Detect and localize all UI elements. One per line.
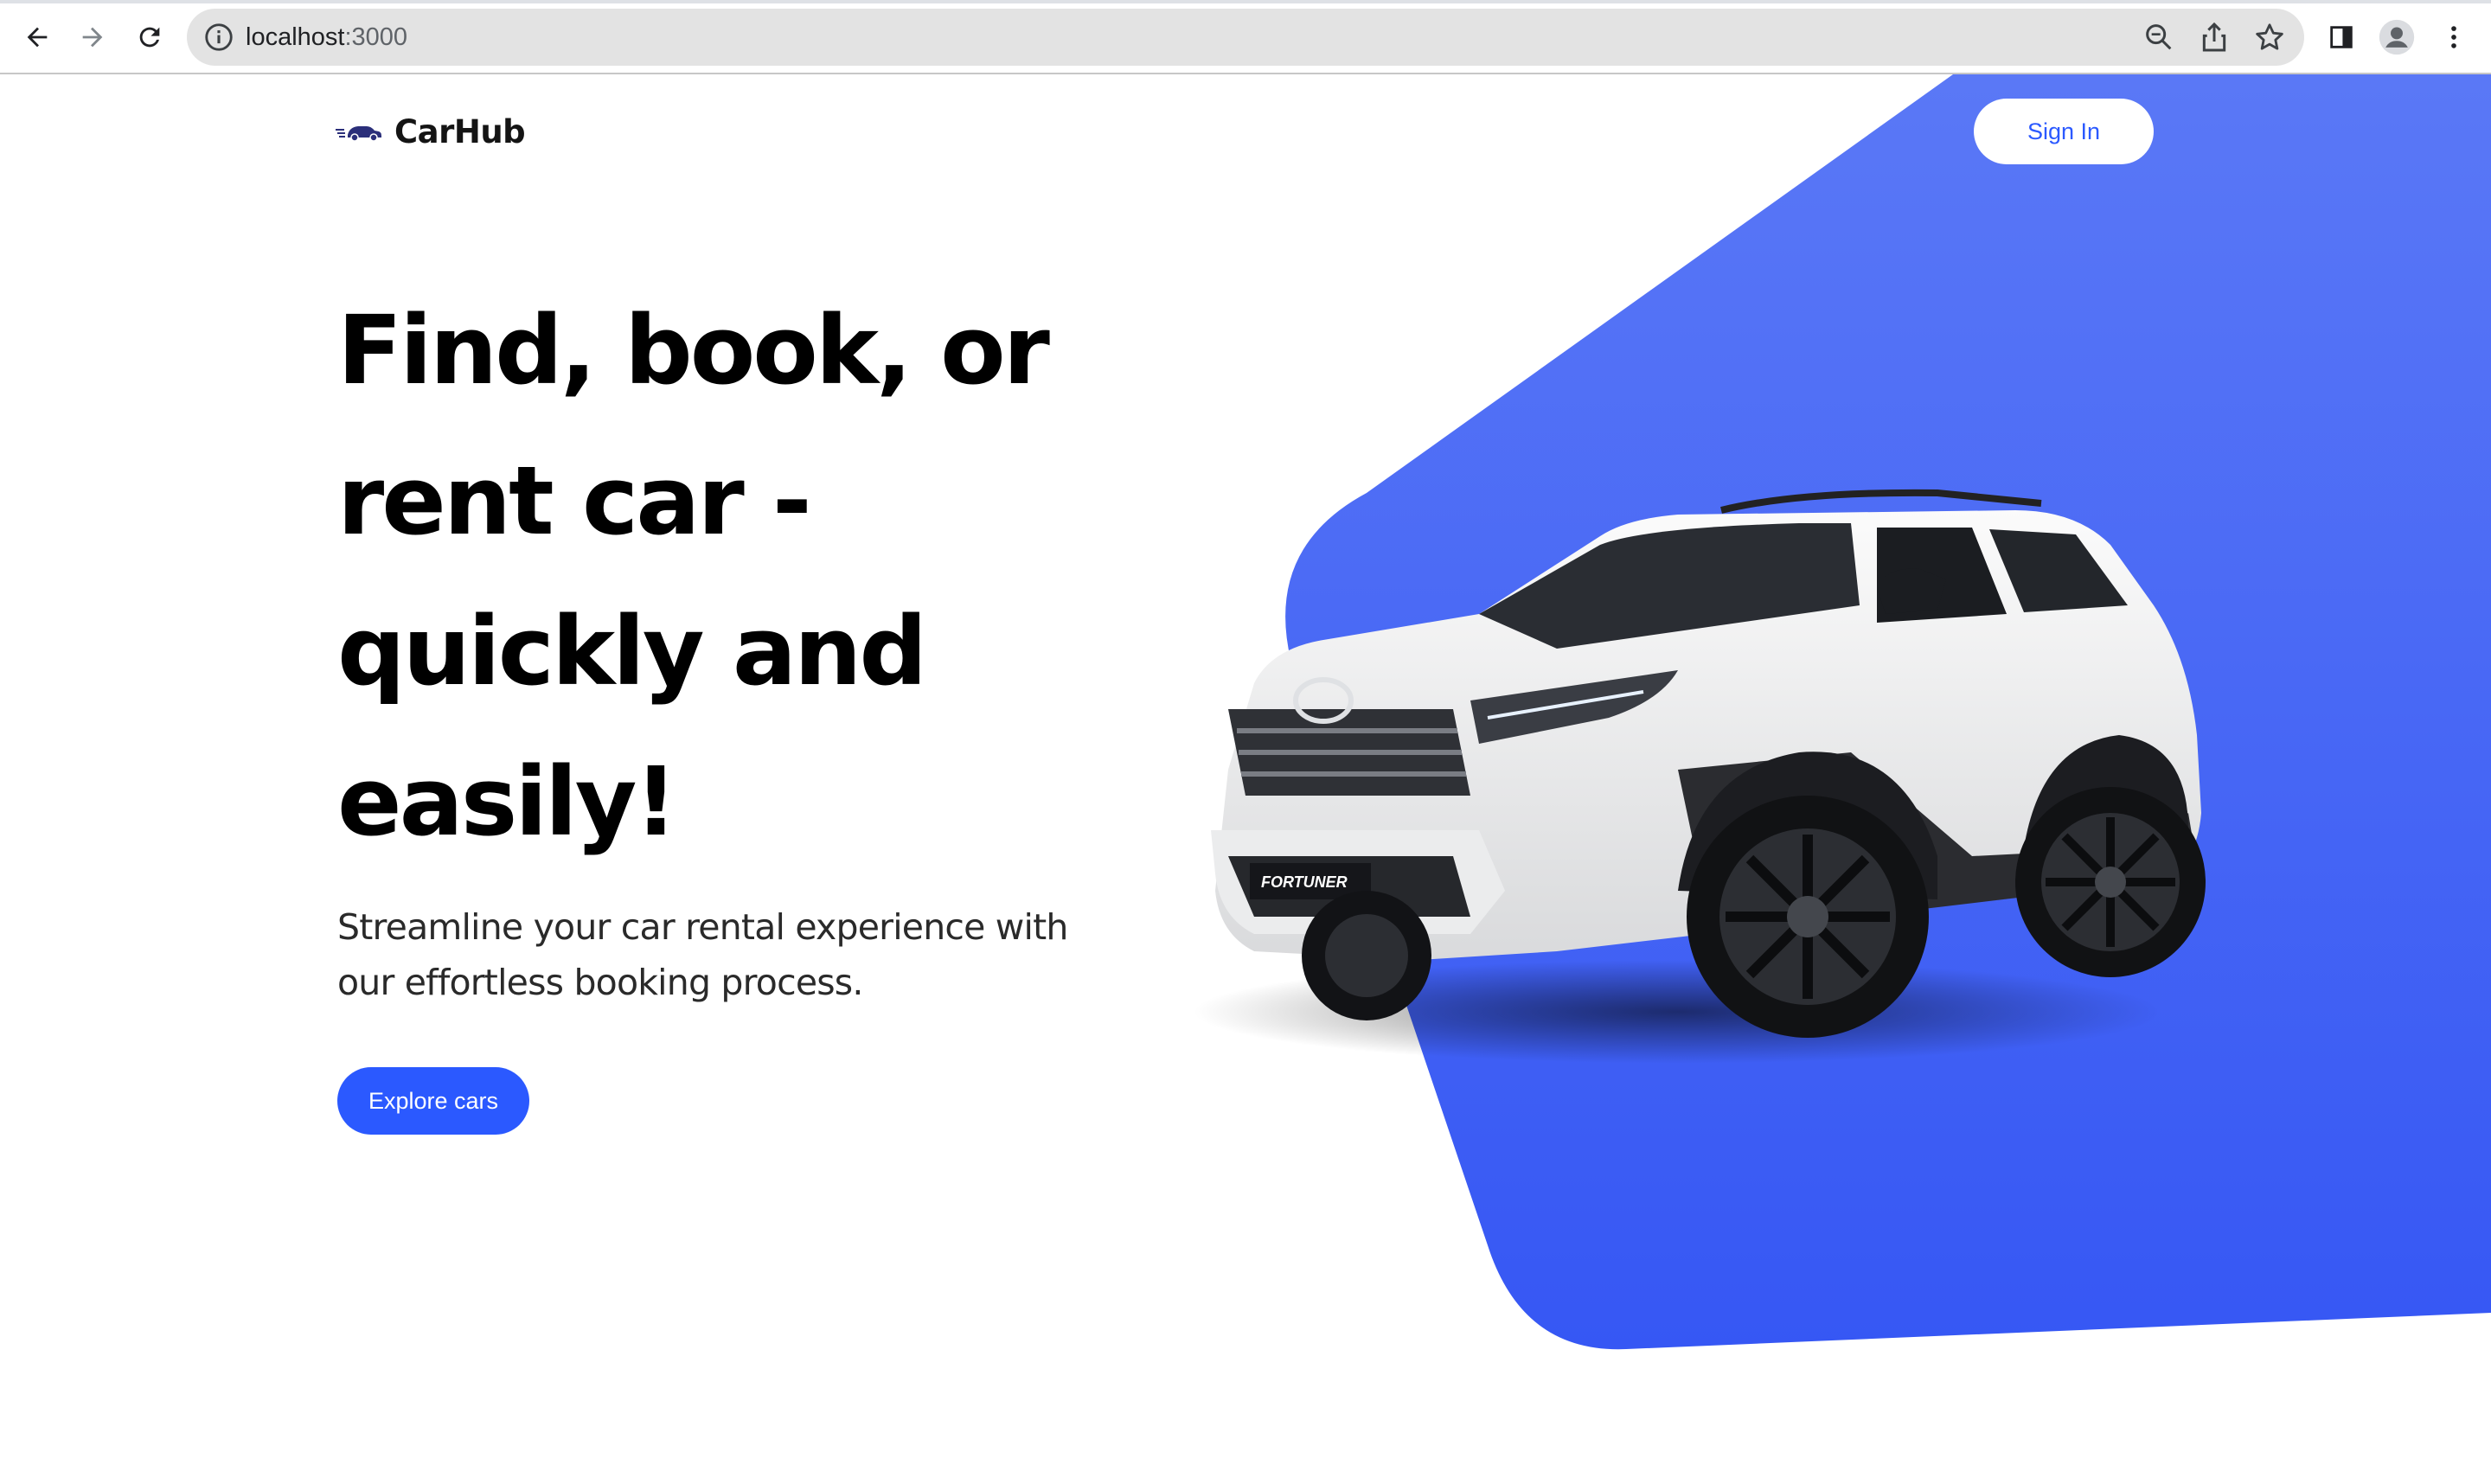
hero-title-line: rent car -	[337, 445, 812, 556]
hero-title-line: easily!	[337, 746, 678, 857]
brand[interactable]: CarHub	[336, 111, 526, 152]
avatar-icon	[2379, 19, 2415, 55]
brand-name: CarHub	[394, 112, 526, 150]
url-text[interactable]: localhost:3000	[246, 9, 407, 66]
address-bar[interactable]: localhost:3000	[187, 9, 2304, 66]
profile-button[interactable]	[2373, 14, 2420, 61]
side-panel-button[interactable]	[2318, 14, 2365, 61]
browser-toolbar: localhost:3000	[0, 0, 2491, 74]
hero-title: Find, book, or rent car - quickly and ea…	[337, 275, 1116, 877]
back-button[interactable]	[14, 14, 61, 61]
forward-button[interactable]	[69, 14, 116, 61]
car-image: FORTUNER	[1194, 489, 2206, 1064]
explore-cars-button[interactable]: Explore cars	[337, 1067, 529, 1135]
hero-title-line: quickly and	[337, 596, 927, 707]
zoom-icon[interactable]	[2142, 20, 2176, 54]
info-icon[interactable]	[202, 21, 235, 54]
menu-button[interactable]	[2430, 14, 2477, 61]
sign-in-button[interactable]: Sign In	[1974, 99, 2154, 164]
bookmark-star-icon[interactable]	[2252, 20, 2287, 54]
tab-strip-edge	[0, 0, 2491, 3]
arrow-left-icon	[27, 27, 48, 48]
reload-icon	[139, 27, 160, 48]
share-icon[interactable]	[2197, 20, 2232, 54]
url-port: :3000	[344, 23, 408, 51]
car-logo-icon	[336, 126, 381, 142]
kebab-menu-icon	[2451, 26, 2456, 48]
arrow-right-icon	[82, 27, 103, 48]
plate-text: FORTUNER	[1261, 873, 1348, 891]
reload-button[interactable]	[126, 14, 173, 61]
hero-subtitle: Streamline your car rental experience wi…	[337, 906, 1068, 1003]
side-panel-icon	[2330, 26, 2353, 48]
hero-title-line: Find, book, or	[337, 295, 1050, 406]
url-host: localhost	[246, 23, 345, 51]
